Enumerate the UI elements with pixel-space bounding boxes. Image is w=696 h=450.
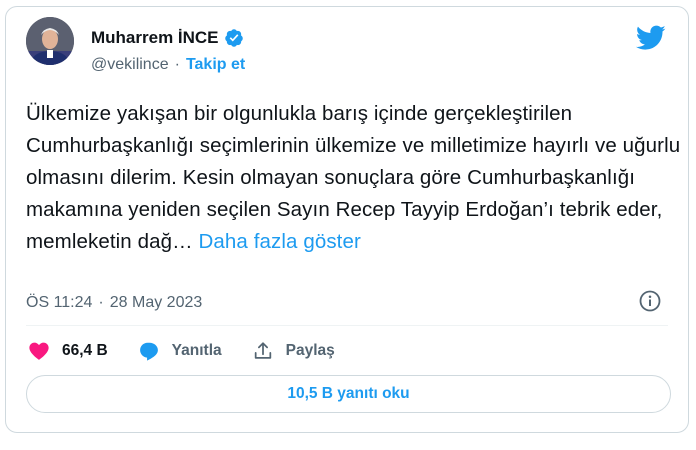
author-name[interactable]: Muharrem İNCE	[91, 28, 219, 48]
share-icon	[254, 342, 271, 359]
tweet-card: Muharrem İNCE @vekilince · Takip et Ülke…	[5, 6, 689, 433]
heart-icon	[29, 342, 49, 360]
separator-dot: ·	[174, 56, 180, 73]
reply-bubble-icon	[139, 342, 158, 361]
action-bar: 66,4 B Yanıtla Paylaş	[28, 340, 365, 362]
avatar-image	[26, 17, 74, 65]
share-label: Paylaş	[285, 342, 335, 359]
like-button[interactable]: 66,4 B	[28, 340, 108, 362]
show-more-link[interactable]: Daha fazla göster	[199, 230, 361, 253]
verified-badge-icon	[224, 29, 243, 47]
like-count: 66,4 B	[62, 342, 108, 359]
tweet-text: Ülkemize yakışan bir olgunlukla barış iç…	[26, 98, 681, 258]
meta-separator: ·	[98, 294, 104, 311]
follow-link[interactable]: Takip et	[186, 56, 245, 74]
info-icon[interactable]	[638, 289, 662, 313]
read-replies-button[interactable]: 10,5 B yanıtı oku	[26, 375, 671, 413]
tweet-meta: ÖS 11:24 · 28 May 2023	[26, 294, 202, 312]
divider	[26, 325, 668, 326]
reply-label: Yanıtla	[171, 342, 222, 359]
avatar[interactable]	[26, 17, 74, 65]
twitter-bird-icon[interactable]	[636, 25, 666, 51]
author-handle[interactable]: @vekilince	[91, 56, 169, 74]
reply-button[interactable]: Yanıtla	[138, 340, 222, 362]
share-button[interactable]: Paylaş	[252, 340, 335, 362]
tweet-date[interactable]: 28 May 2023	[110, 294, 203, 312]
tweet-time[interactable]: ÖS 11:24	[26, 294, 92, 312]
